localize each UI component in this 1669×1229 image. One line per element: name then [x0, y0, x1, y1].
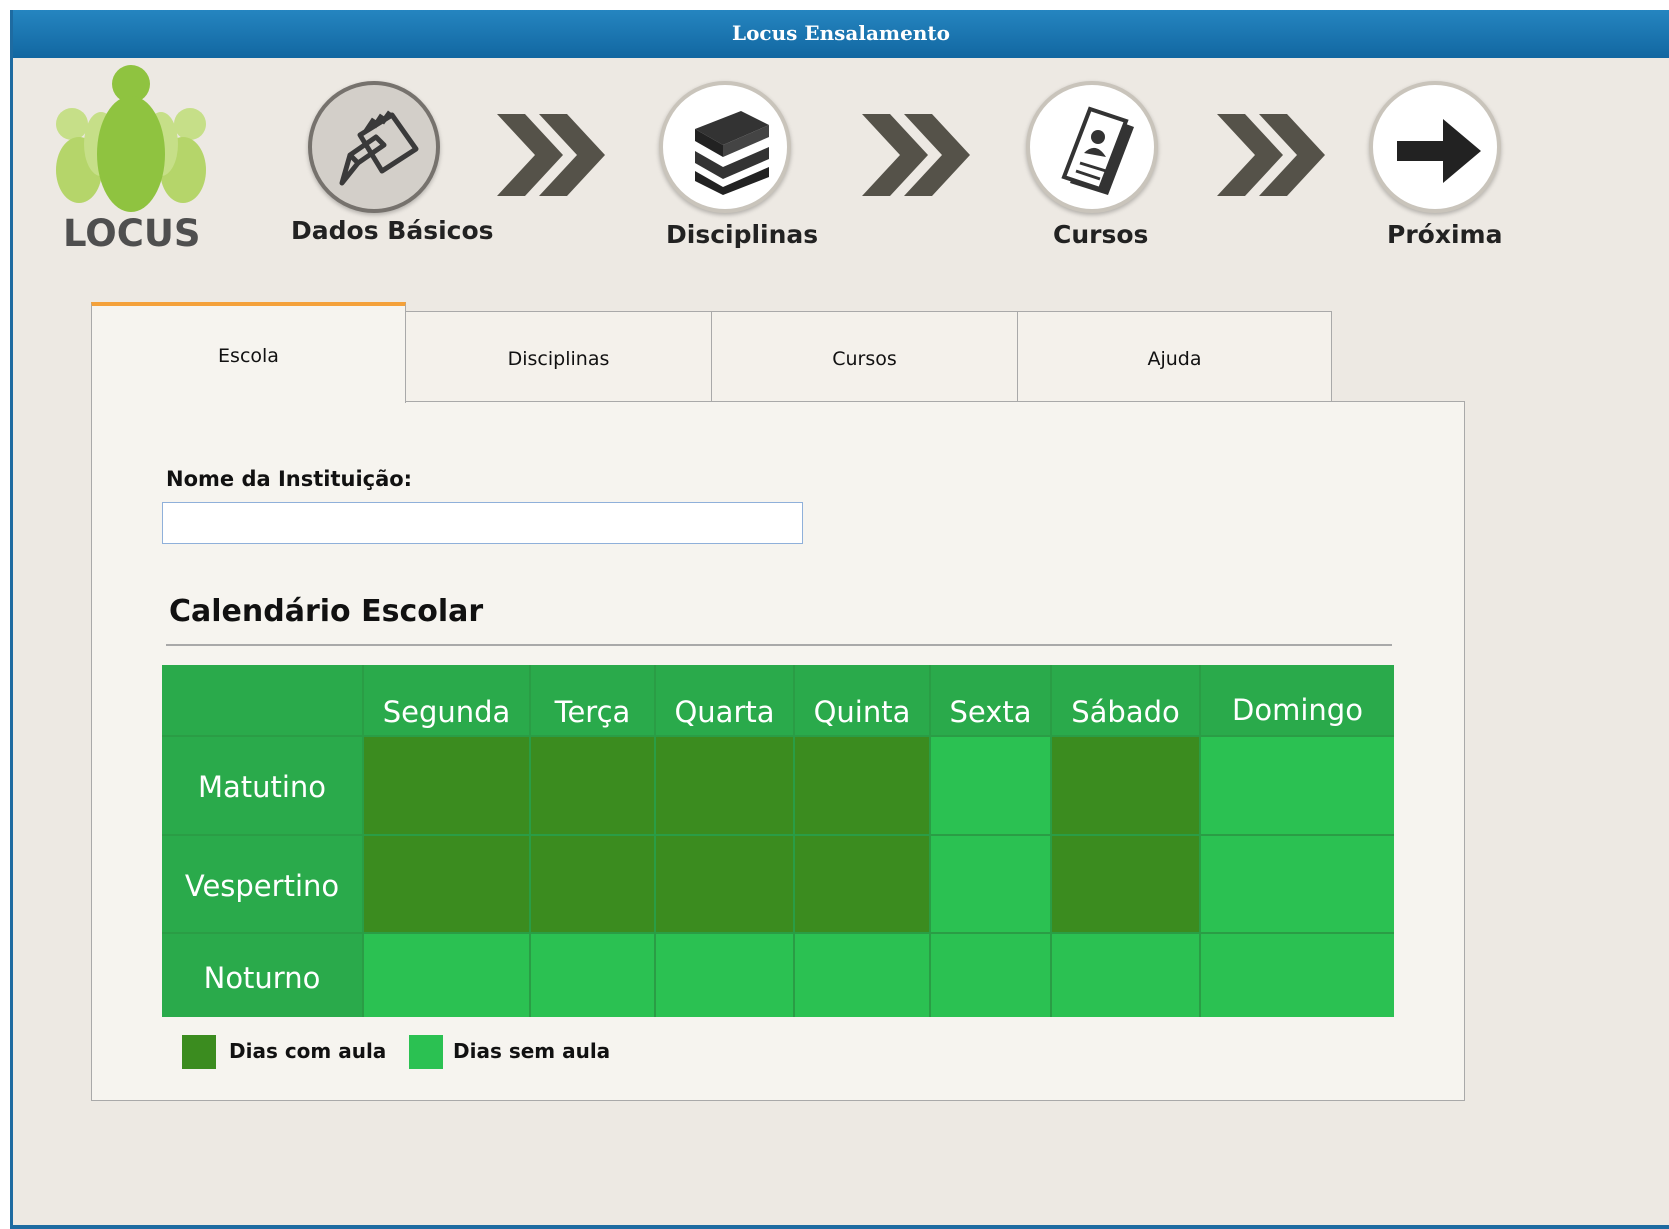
day-header-sexta: Sexta — [931, 665, 1050, 735]
tab-ajuda-label: Ajuda — [1147, 348, 1202, 370]
tab-ajuda[interactable]: Ajuda — [1017, 311, 1332, 402]
legend-swatch-without-class — [409, 1035, 443, 1069]
tab-disciplinas-label: Disciplinas — [507, 348, 610, 370]
calendar-cell-vespertino-quarta[interactable] — [656, 836, 793, 932]
calendar-title: Calendário Escolar — [169, 594, 484, 629]
calendar-cell-noturno-terca[interactable] — [531, 934, 654, 1017]
shift-label-noturno: Noturno — [162, 934, 362, 1017]
calendar-cell-vespertino-sexta[interactable] — [931, 836, 1050, 932]
calendar-cell-noturno-quarta[interactable] — [656, 934, 793, 1017]
calendar-cell-vespertino-domingo[interactable] — [1201, 836, 1394, 932]
calendar-cell-noturno-quinta[interactable] — [795, 934, 929, 1017]
shift-label-vespertino: Vespertino — [162, 836, 362, 932]
step-proxima-label: Próxima — [1387, 220, 1503, 249]
calendar-cell-matutino-quarta[interactable] — [656, 737, 793, 834]
day-header-segunda: Segunda — [364, 665, 529, 735]
window-bottom-border — [13, 1225, 1669, 1229]
people-logo-icon — [56, 65, 206, 212]
day-header-terca: Terça — [531, 665, 654, 735]
locus-logo: LOCUS — [49, 62, 209, 262]
calendar-cell-matutino-sexta[interactable] — [931, 737, 1050, 834]
application-window: Locus Ensalamento LOCUS Dados Básicos Di… — [10, 10, 1669, 1229]
calendar-cell-noturno-sabado[interactable] — [1052, 934, 1199, 1017]
notepad-pencil-icon — [339, 110, 419, 186]
logo-text: LOCUS — [63, 212, 201, 255]
legend-label-without-class: Dias sem aula — [453, 1039, 611, 1063]
institution-name-input[interactable] — [162, 502, 803, 544]
tab-cursos-label: Cursos — [832, 348, 897, 370]
step-cursos-button[interactable] — [1026, 81, 1158, 213]
calendar-cell-matutino-sabado[interactable] — [1052, 737, 1199, 834]
tab-escola[interactable]: Escola — [91, 302, 406, 403]
step-dados-basicos-button[interactable] — [308, 81, 440, 213]
calendar-cell-noturno-sexta[interactable] — [931, 934, 1050, 1017]
tab-escola-label: Escola — [218, 345, 279, 367]
day-header-domingo: Domingo — [1201, 665, 1394, 735]
step-dados-basicos-label: Dados Básicos — [291, 216, 494, 245]
tab-disciplinas[interactable]: Disciplinas — [405, 311, 712, 402]
day-header-quinta: Quinta — [795, 665, 929, 735]
next-button[interactable] — [1369, 81, 1501, 213]
calendar-cell-matutino-quinta[interactable] — [795, 737, 929, 834]
arrow-right-icon — [1397, 119, 1481, 183]
calendar-cell-noturno-domingo[interactable] — [1201, 934, 1394, 1017]
step-cursos-label: Cursos — [1053, 220, 1149, 249]
tab-panel-escola: Nome da Instituição: Calendário Escolar … — [91, 401, 1465, 1101]
double-chevron-right-icon — [1217, 114, 1325, 196]
calendar-cell-matutino-terca[interactable] — [531, 737, 654, 834]
step-disciplinas-label: Disciplinas — [666, 220, 819, 249]
calendar-divider — [166, 644, 1392, 646]
double-chevron-right-icon — [497, 114, 605, 196]
legend-swatch-with-class — [182, 1035, 216, 1069]
books-icon — [695, 111, 769, 195]
step-disciplinas-button[interactable] — [659, 81, 791, 213]
double-chevron-right-icon — [862, 114, 970, 196]
calendar-cell-vespertino-terca[interactable] — [531, 836, 654, 932]
day-header-quarta: Quarta — [656, 665, 793, 735]
calendar-cell-noturno-segunda[interactable] — [364, 934, 529, 1017]
tab-cursos[interactable]: Cursos — [711, 311, 1018, 402]
calendar-cell-matutino-segunda[interactable] — [364, 737, 529, 834]
window-titlebar[interactable]: Locus Ensalamento — [13, 10, 1669, 58]
school-calendar-grid: Segunda Terça Quarta Quinta Sexta Sábado… — [162, 665, 1394, 1017]
calendar-corner-cell — [162, 665, 362, 735]
student-id-cards-icon — [1061, 106, 1134, 195]
shift-label-matutino: Matutino — [162, 737, 362, 834]
calendar-cell-matutino-domingo[interactable] — [1201, 737, 1394, 834]
legend-label-with-class: Dias com aula — [229, 1039, 387, 1063]
institution-name-label: Nome da Instituição: — [166, 467, 413, 491]
calendar-cell-vespertino-quinta[interactable] — [795, 836, 929, 932]
window-title: Locus Ensalamento — [732, 21, 950, 45]
day-header-sabado: Sábado — [1052, 665, 1199, 735]
calendar-cell-vespertino-sabado[interactable] — [1052, 836, 1199, 932]
calendar-cell-vespertino-segunda[interactable] — [364, 836, 529, 932]
